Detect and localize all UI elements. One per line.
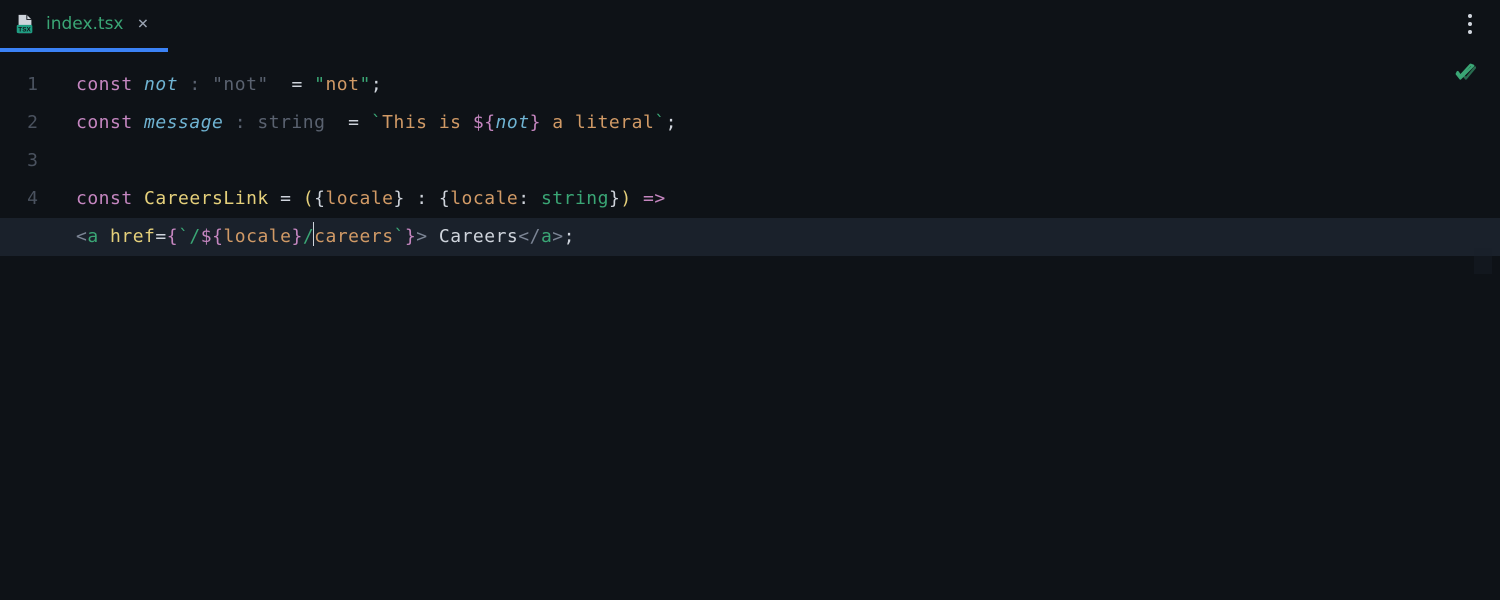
code-token: "not" [212,74,269,95]
code-token: ` [371,112,382,133]
tab-close-button[interactable]: × [134,13,153,35]
code-line[interactable]: const CareersLink = ({locale} : {locale:… [60,180,1500,218]
code-token: not [325,74,359,95]
code-token: < [76,226,87,247]
code-token: href [110,226,155,247]
code-token [269,74,292,95]
tab-actions [1460,0,1500,48]
code-token [291,188,302,209]
more-actions-icon[interactable] [1460,10,1480,38]
code-token: } [609,188,620,209]
code-token: not [144,74,178,95]
line-number-gutter: 12345 [0,66,60,600]
code-token: CareersLink [144,188,269,209]
svg-text:TSX: TSX [18,26,31,33]
code-token [99,226,110,247]
code-token: : [518,188,529,209]
code-token: ` [178,226,189,247]
code-token: ; [564,226,575,247]
code-token: ) [620,188,631,209]
code-token: = [280,188,291,209]
code-token [303,74,314,95]
code-token: " [314,74,325,95]
code-line[interactable]: const message : string = `This is ${not}… [60,104,1500,142]
code-token: : [416,188,427,209]
code-token [359,112,370,133]
code-token: } [405,226,416,247]
code-token: = [155,226,166,247]
line-number: 3 [0,142,60,180]
code-token: a [87,226,98,247]
code-token: a literal [541,112,654,133]
code-token: : [178,74,212,95]
code-token: </ [518,226,541,247]
code-token: ; [666,112,677,133]
tab-filename: index.tsx [46,14,124,34]
code-token: careers [314,226,393,247]
code-token: { [439,188,450,209]
code-token [405,188,416,209]
code-line[interactable]: <a href={`/${locale}/careers`}> Careers<… [0,218,1500,256]
code-token [325,112,348,133]
code-token [632,188,643,209]
code-area[interactable]: const not : "not" = "not";const message … [60,66,1500,600]
code-token: ${ [473,112,496,133]
code-token: a [541,226,552,247]
code-token [133,188,144,209]
code-token [269,188,280,209]
code-token: => [643,188,666,209]
code-line[interactable]: const not : "not" = "not"; [60,66,1500,104]
tab-bar: TSX index.tsx × [0,0,1500,48]
code-token: " [359,74,370,95]
code-token: not [496,112,530,133]
code-token: } [291,226,302,247]
code-token: = [348,112,359,133]
code-token [428,226,439,247]
code-token: locale [223,226,291,247]
code-token: message [144,112,223,133]
tab-index-tsx[interactable]: TSX index.tsx × [0,0,168,48]
code-token: ( [303,188,314,209]
code-token: { [314,188,325,209]
minimap[interactable] [1474,248,1492,274]
code-token: > [552,226,563,247]
code-token: string [257,112,325,133]
code-token: const [76,188,133,209]
code-token: string [541,188,609,209]
tsx-file-icon: TSX [14,13,36,35]
code-token: const [76,112,133,133]
code-token [530,188,541,209]
code-token: = [291,74,302,95]
code-token: Careers [439,226,518,247]
code-token: } [530,112,541,133]
code-token: { [167,226,178,247]
code-token: ; [371,74,382,95]
code-token: > [416,226,427,247]
line-number: 4 [0,180,60,218]
code-line[interactable] [60,142,1500,180]
code-token: / [189,226,200,247]
code-token: ` [654,112,665,133]
editor[interactable]: 12345 const not : "not" = "not";const me… [0,48,1500,600]
code-token [133,112,144,133]
code-token: locale [325,188,393,209]
code-token [133,74,144,95]
code-token: locale [450,188,518,209]
line-number: 2 [0,104,60,142]
code-token: This is [382,112,473,133]
code-token: : [223,112,257,133]
code-token: const [76,74,133,95]
code-token: ${ [201,226,224,247]
code-token [428,188,439,209]
line-number: 1 [0,66,60,104]
code-token: ` [394,226,405,247]
code-token: } [394,188,405,209]
